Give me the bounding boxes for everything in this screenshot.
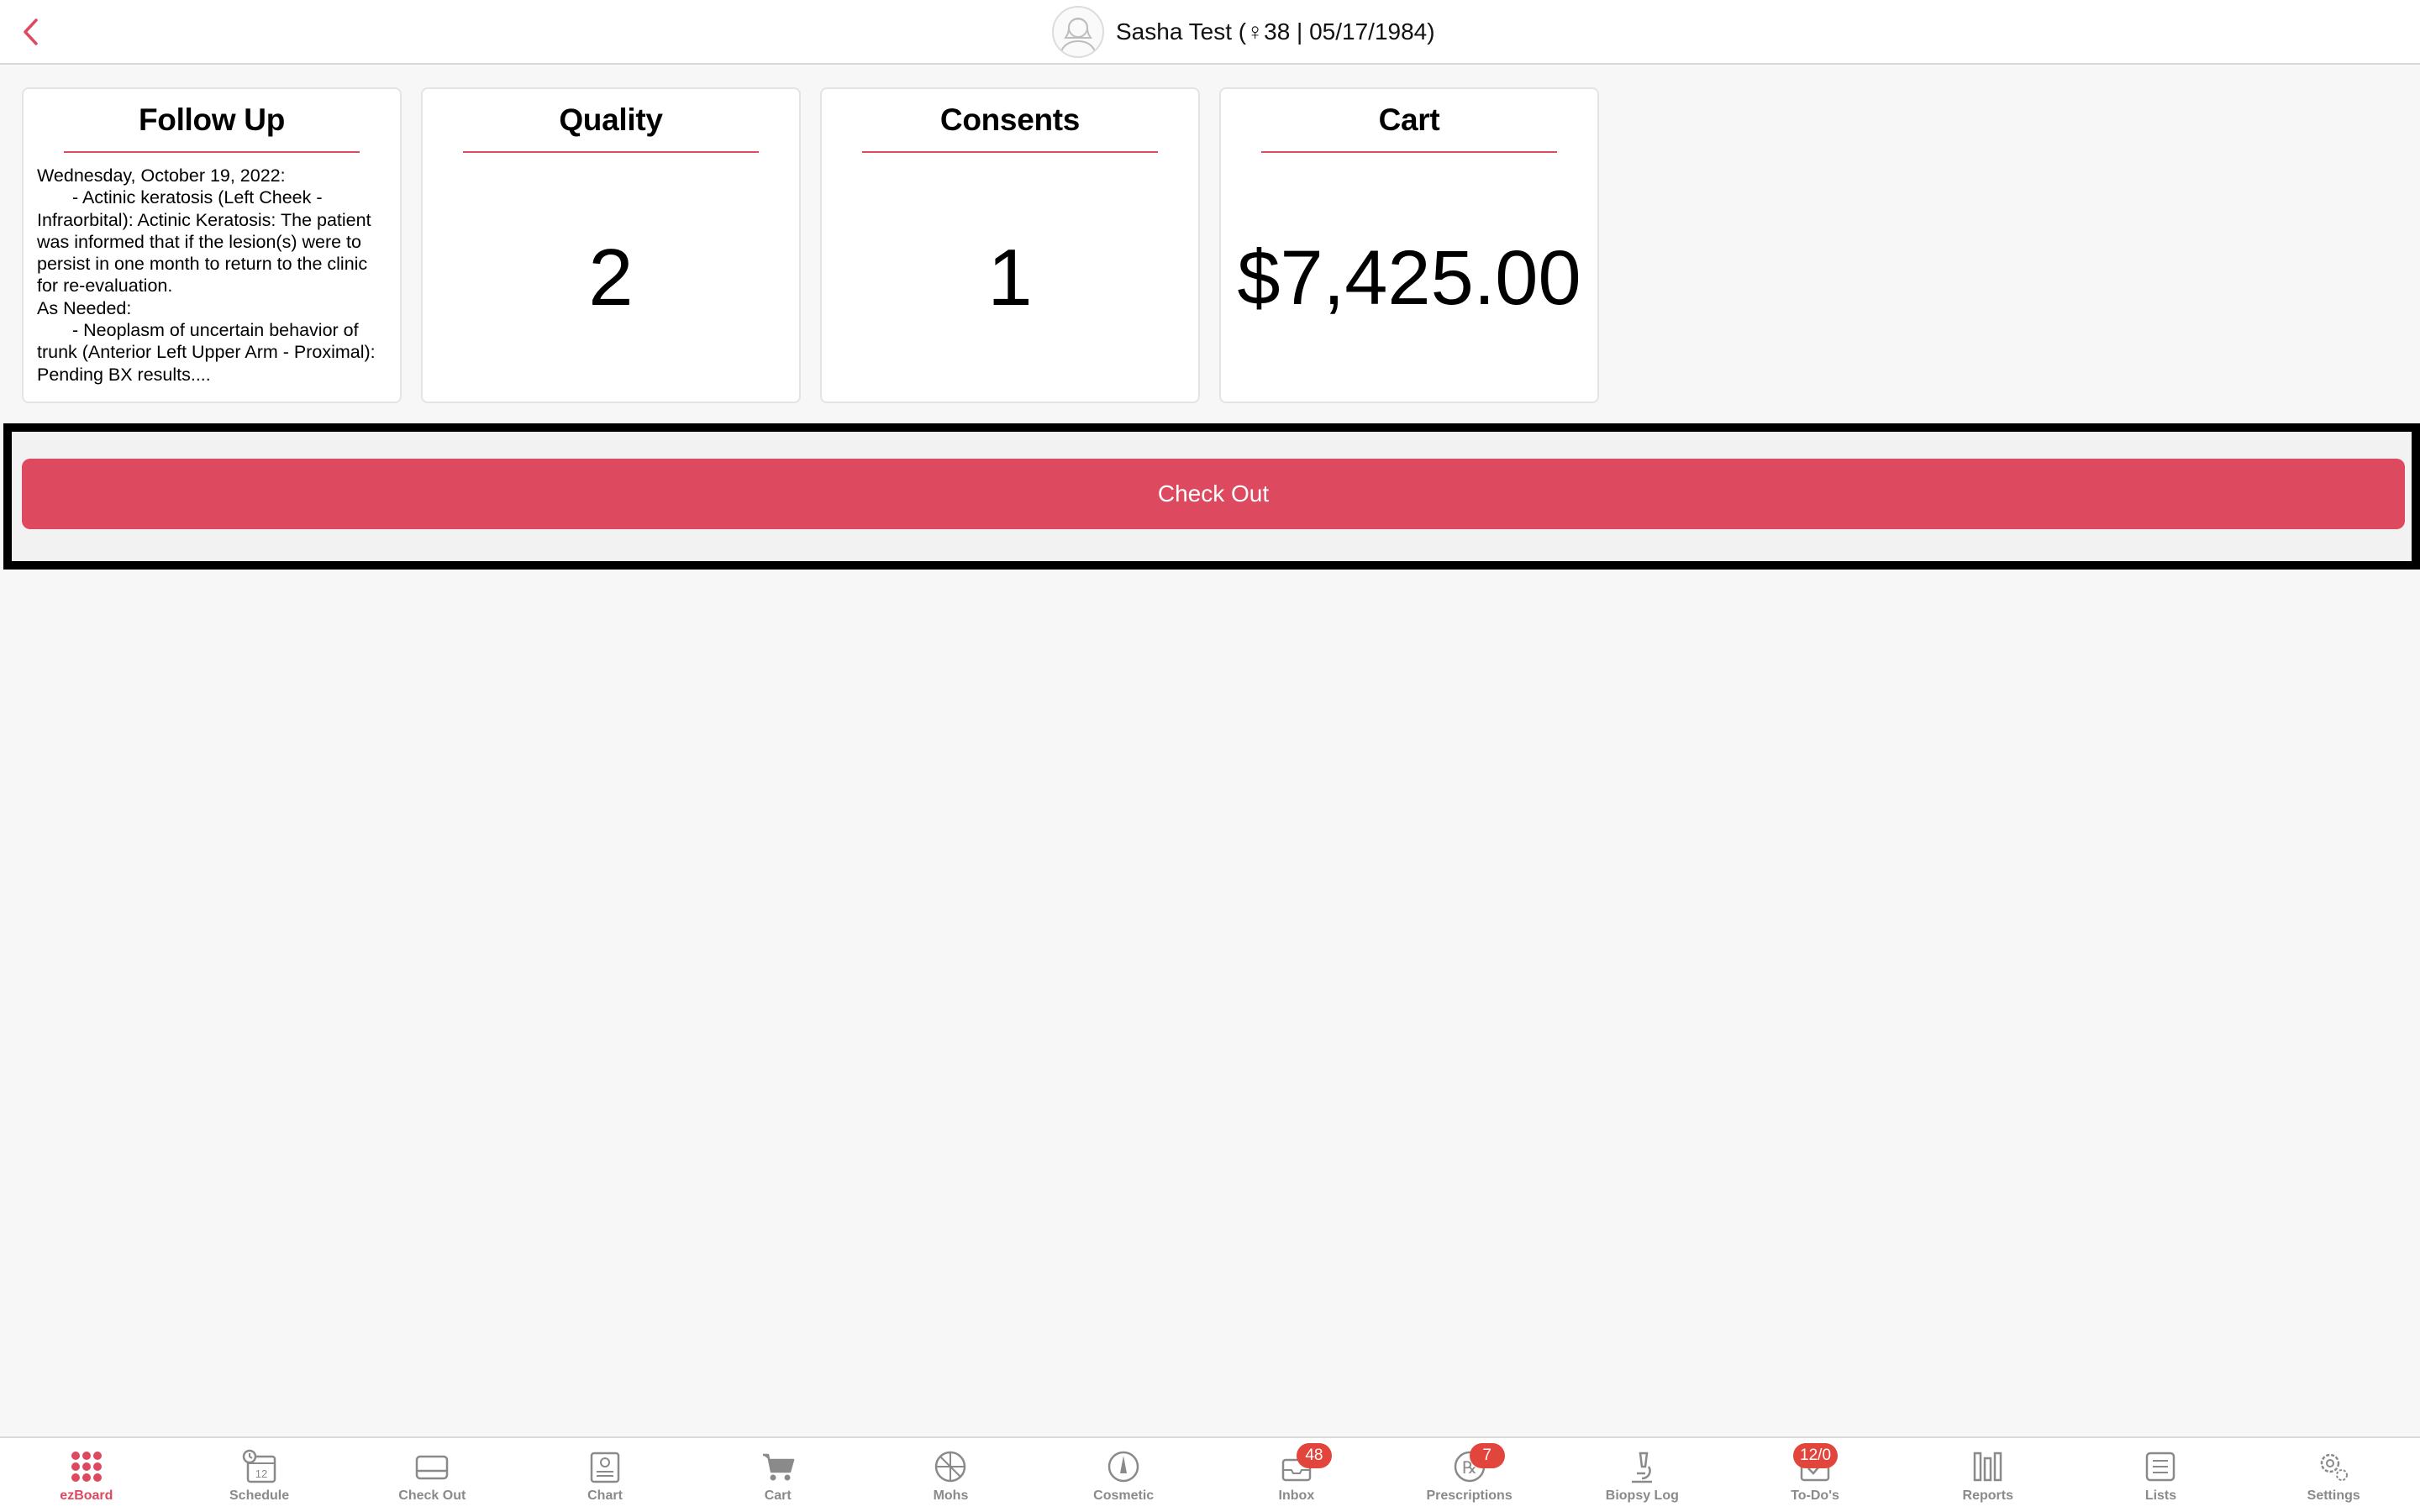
tab-label: Schedule <box>229 1488 290 1503</box>
tab-ezboard[interactable]: ezBoard <box>0 1438 173 1512</box>
consents-card[interactable]: Consents 1 <box>820 87 1200 403</box>
person-icon <box>1060 18 1097 55</box>
tab-lists[interactable]: Lists <box>2075 1438 2248 1512</box>
tab-cart[interactable]: Cart <box>692 1438 865 1512</box>
todos-badge: 12/0 <box>1793 1443 1839 1468</box>
title-divider <box>862 151 1158 153</box>
card-title: Consents <box>939 102 1081 137</box>
followup-item: - Actinic keratosis (Left Cheek - Infrao… <box>37 187 371 297</box>
tab-label: Prescriptions <box>1426 1488 1512 1503</box>
tab-mohs[interactable]: Mohs <box>865 1438 1038 1512</box>
quality-card[interactable]: Quality 2 <box>421 87 801 403</box>
title-divider <box>64 151 360 153</box>
followup-notes: Wednesday, October 19, 2022: - Actinic k… <box>37 165 390 386</box>
patient-info: Sasha Test (♀38 | 05/17/1984) <box>1116 18 1435 45</box>
checkout-section: Check Out <box>3 423 2420 570</box>
tab-label: Biopsy Log <box>1605 1488 1679 1503</box>
bottom-tab-bar: ezBoard 12 Schedule Check Out Chart Cart… <box>0 1436 2420 1512</box>
tab-label: Mohs <box>933 1488 969 1503</box>
followup-item: - Neoplasm of uncertain behavior of trun… <box>37 320 376 385</box>
tab-label: Settings <box>2307 1488 2360 1503</box>
microscope-icon <box>1623 1448 1660 1485</box>
svg-text:12: 12 <box>255 1467 266 1480</box>
tab-label: ezBoard <box>60 1488 113 1503</box>
followup-date: Wednesday, October 19, 2022: <box>37 165 286 186</box>
tab-prescriptions[interactable]: ℞ 7 Prescriptions <box>1383 1438 1556 1512</box>
tab-label: Inbox <box>1278 1488 1315 1503</box>
calendar-clock-icon: 12 <box>241 1448 278 1485</box>
prescriptions-badge: 7 <box>1469 1443 1505 1468</box>
tab-inbox[interactable]: 48 Inbox <box>1210 1438 1383 1512</box>
reports-icon <box>1970 1448 2007 1485</box>
cart-card[interactable]: Cart $7,425.00 <box>1219 87 1599 403</box>
grid-dots-icon <box>68 1448 105 1485</box>
inbox-badge: 48 <box>1296 1443 1332 1468</box>
title-divider <box>1261 151 1557 153</box>
check-out-button[interactable]: Check Out <box>22 459 2405 529</box>
title-divider <box>463 151 759 153</box>
card-title: Cart <box>1378 102 1440 137</box>
card-title: Quality <box>559 102 663 137</box>
cart-icon <box>760 1448 797 1485</box>
tab-schedule[interactable]: 12 Schedule <box>173 1438 346 1512</box>
followup-card[interactable]: Follow Up Wednesday, October 19, 2022: -… <box>22 87 402 403</box>
tab-label: Cart <box>764 1488 792 1503</box>
chart-icon <box>587 1448 623 1485</box>
patient-header[interactable]: Sasha Test (♀38 | 05/17/1984) <box>1052 5 1435 59</box>
tab-label: Chart <box>587 1488 623 1503</box>
tab-settings[interactable]: Settings <box>2247 1438 2420 1512</box>
tab-chart[interactable]: Chart <box>518 1438 692 1512</box>
cosmetic-icon <box>1105 1448 1142 1485</box>
tab-label: Reports <box>1962 1488 2013 1503</box>
card-title: Follow Up <box>138 102 286 137</box>
quality-count: 2 <box>588 233 634 323</box>
tab-reports[interactable]: Reports <box>1902 1438 2075 1512</box>
patient-avatar <box>1052 6 1104 58</box>
tab-check-out[interactable]: Check Out <box>345 1438 518 1512</box>
mohs-icon <box>932 1448 969 1485</box>
consents-count: 1 <box>987 233 1033 323</box>
card-icon <box>413 1448 450 1485</box>
tab-label: Lists <box>2144 1488 2177 1503</box>
tab-label: Cosmetic <box>1093 1488 1155 1503</box>
tab-biopsy-log[interactable]: Biopsy Log <box>1555 1438 1728 1512</box>
tab-todos[interactable]: 12/0 To-Do's <box>1728 1438 1902 1512</box>
followup-section: As Needed: <box>37 297 132 318</box>
list-icon <box>2142 1448 2179 1485</box>
back-button[interactable] <box>12 15 49 49</box>
settings-icon <box>2315 1448 2352 1485</box>
tab-label: Check Out <box>398 1488 466 1503</box>
top-bar: Sasha Test (♀38 | 05/17/1984) <box>0 0 2420 65</box>
cart-total: $7,425.00 <box>1237 235 1581 321</box>
tab-cosmetic[interactable]: Cosmetic <box>1037 1438 1210 1512</box>
tab-label: To-Do's <box>1791 1488 1839 1503</box>
chevron-left-icon <box>24 18 38 45</box>
